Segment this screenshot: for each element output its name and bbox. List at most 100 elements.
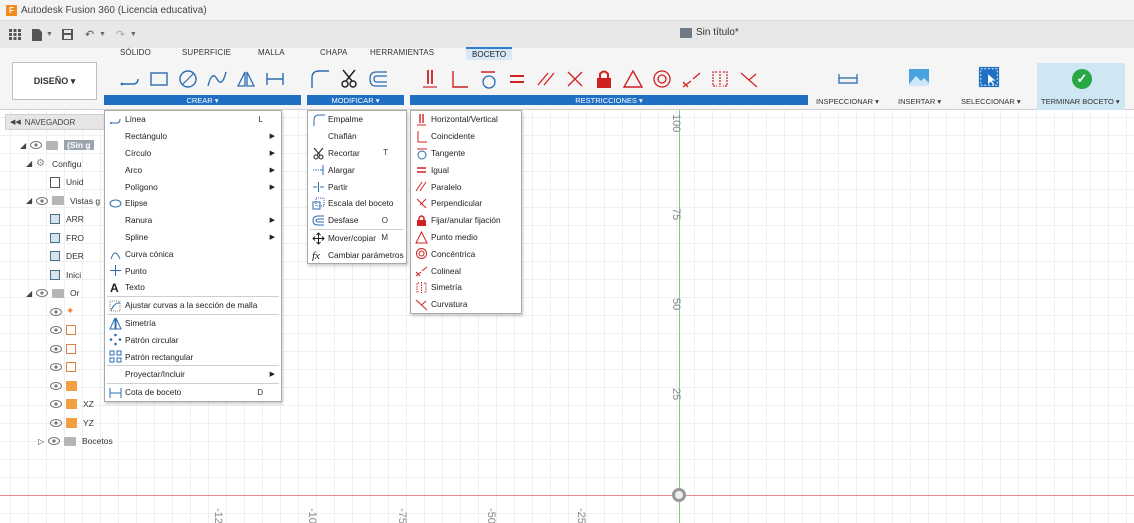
crear-menu-item[interactable]: Arco ▶ <box>105 161 281 178</box>
navigator-row[interactable]: ✦ <box>50 304 82 320</box>
visibility-eye-icon[interactable] <box>50 363 62 371</box>
restricciones-menu-item[interactable]: Igual <box>411 161 521 178</box>
expand-toggle-icon[interactable]: ◢ <box>26 159 36 168</box>
fix-tool-icon[interactable] <box>592 67 616 91</box>
restricciones-group-button[interactable]: RESTRICCIONES ▾ <box>410 95 808 105</box>
mirror-tool-icon[interactable] <box>234 67 258 91</box>
crear-menu-item[interactable]: Rectángulo ▶ <box>105 128 281 145</box>
navigator-row[interactable] <box>50 322 82 338</box>
insert-image-tool-icon[interactable] <box>907 66 931 90</box>
file-icon[interactable] <box>30 28 43 41</box>
tab-malla[interactable]: MALLA <box>258 48 285 57</box>
save-icon[interactable] <box>61 29 74 41</box>
expand-toggle-icon[interactable]: ▷ <box>38 437 48 446</box>
crear-menu-item[interactable]: Patrón circular <box>105 331 281 348</box>
restricciones-menu-item[interactable]: Paralelo <box>411 178 521 195</box>
restricciones-menu-item[interactable]: Colineal <box>411 262 521 279</box>
rectangle-tool-icon[interactable] <box>147 67 171 91</box>
offset-tool-icon[interactable] <box>366 67 390 91</box>
restricciones-menu-item[interactable]: Punto medio <box>411 229 521 246</box>
modificar-menu-item[interactable]: fx Cambiar parámetros <box>308 246 406 263</box>
crear-menu-item[interactable]: Elipse <box>105 195 281 212</box>
expand-toggle-icon[interactable]: ◢ <box>26 196 36 205</box>
crear-menu-item[interactable]: Proyectar/Incluir ▶ <box>105 366 281 383</box>
insertar-group-button[interactable]: INSERTAR ▾ <box>898 97 941 106</box>
fillet-tool-icon[interactable] <box>308 67 332 91</box>
tab-superficie[interactable]: SUPERFICIE <box>182 48 231 57</box>
navigator-row[interactable]: FRO <box>50 230 84 246</box>
crear-menu-item[interactable]: Círculo ▶ <box>105 145 281 162</box>
tab-boceto[interactable]: BOCETO <box>466 47 513 60</box>
coincident-tool-icon[interactable] <box>447 67 471 91</box>
navigator-row[interactable] <box>50 359 82 375</box>
navigator-row[interactable]: ◢ Vistas g <box>26 193 100 209</box>
parallel-tool-icon[interactable] <box>534 67 558 91</box>
visibility-eye-icon[interactable] <box>50 326 62 334</box>
modificar-menu-item[interactable]: Partir <box>308 178 406 195</box>
tab-chapa[interactable]: CHAPA <box>320 48 347 57</box>
crear-menu-item[interactable]: A Texto <box>105 279 281 296</box>
restricciones-menu-item[interactable]: Curvatura <box>411 296 521 313</box>
modificar-menu-item[interactable]: Escala del boceto <box>308 195 406 212</box>
inspeccionar-group-button[interactable]: INSPECCIONAR ▾ <box>816 97 879 106</box>
modificar-menu-item[interactable]: Recortar T <box>308 145 406 162</box>
restricciones-menu-item[interactable]: Simetría <box>411 279 521 296</box>
visibility-eye-icon[interactable] <box>50 400 62 408</box>
horizontal-vertical-tool-icon[interactable] <box>418 67 442 91</box>
modificar-group-button[interactable]: MODIFICAR ▾ <box>307 95 404 105</box>
modificar-menu-item[interactable]: Empalme <box>308 111 406 128</box>
visibility-eye-icon[interactable] <box>50 344 62 353</box>
crear-menu-item[interactable]: Curva cónica <box>105 245 281 262</box>
dimension-tool-icon[interactable] <box>263 67 287 91</box>
tab-solido[interactable]: SÓLIDO <box>120 48 151 57</box>
line-tool-icon[interactable] <box>118 67 142 91</box>
measure-tool-icon[interactable] <box>836 68 860 92</box>
visibility-eye-icon[interactable] <box>50 381 62 390</box>
crear-menu-item[interactable]: Spline ▶ <box>105 229 281 246</box>
origin-point[interactable] <box>672 488 686 502</box>
redo-icon[interactable]: ↷ <box>114 29 127 41</box>
seleccionar-group-button[interactable]: SELECCIONAR ▾ <box>961 97 1021 106</box>
crear-menu-item[interactable]: Cota de boceto D <box>105 384 281 401</box>
restricciones-menu-item[interactable]: Concéntrica <box>411 245 521 262</box>
visibility-eye-icon[interactable] <box>36 289 48 297</box>
tangent-tool-icon[interactable] <box>476 67 500 91</box>
navigator-row[interactable]: ◢ (Sin g <box>20 137 94 153</box>
collinear-tool-icon[interactable] <box>679 67 703 91</box>
crear-menu-item[interactable]: Punto <box>105 262 281 279</box>
concentric-tool-icon[interactable] <box>650 67 674 91</box>
perpendicular-tool-icon[interactable] <box>563 67 587 91</box>
crear-group-button[interactable]: CREAR ▾ <box>104 95 301 105</box>
modificar-menu-item[interactable]: Alargar <box>308 161 406 178</box>
visibility-eye-icon[interactable] <box>48 437 60 445</box>
navigator-row[interactable]: Unid <box>50 174 83 190</box>
navigator-row[interactable]: ▷ Bocetos <box>38 433 113 449</box>
modificar-menu-item[interactable]: Desfase O <box>308 212 406 229</box>
modificar-menu-item[interactable]: Chaflán <box>308 128 406 145</box>
finish-sketch-button[interactable]: ✓ TERMINAR BOCETO ▾ <box>1037 63 1125 110</box>
symmetry-tool-icon[interactable] <box>708 67 732 91</box>
undo-icon[interactable]: ↶ <box>83 29 96 41</box>
navigator-header[interactable]: ◀◀ NAVEGADOR <box>5 114 105 130</box>
navigator-row[interactable]: ◢ Or <box>26 285 79 301</box>
grid-menu-icon[interactable] <box>8 29 21 41</box>
undo-caret-icon[interactable]: ▼ <box>99 31 106 38</box>
restricciones-menu-item[interactable]: Fijar/anular fijación <box>411 212 521 229</box>
restricciones-menu-item[interactable]: Perpendicular <box>411 195 521 212</box>
crear-menu-item[interactable]: Ranura ▶ <box>105 212 281 229</box>
midpoint-tool-icon[interactable] <box>621 67 645 91</box>
navigator-row[interactable]: YZ <box>50 415 94 431</box>
visibility-eye-icon[interactable] <box>30 141 42 149</box>
restricciones-menu-item[interactable]: Tangente <box>411 145 521 162</box>
visibility-eye-icon[interactable] <box>36 196 48 205</box>
visibility-eye-icon[interactable] <box>50 418 62 427</box>
tab-herramientas[interactable]: HERRAMIENTAS <box>370 48 434 57</box>
curvature-tool-icon[interactable] <box>737 67 761 91</box>
document-tab[interactable]: Sin título* <box>680 27 739 38</box>
navigator-row[interactable]: DER <box>50 248 84 264</box>
navigator-row[interactable] <box>50 341 82 357</box>
collapse-navigator-icon[interactable]: ◀◀ <box>10 118 21 126</box>
visibility-eye-icon[interactable] <box>50 307 62 316</box>
design-workspace-button[interactable]: DISEÑO ▾ <box>12 62 97 100</box>
file-caret-icon[interactable]: ▼ <box>46 31 53 38</box>
